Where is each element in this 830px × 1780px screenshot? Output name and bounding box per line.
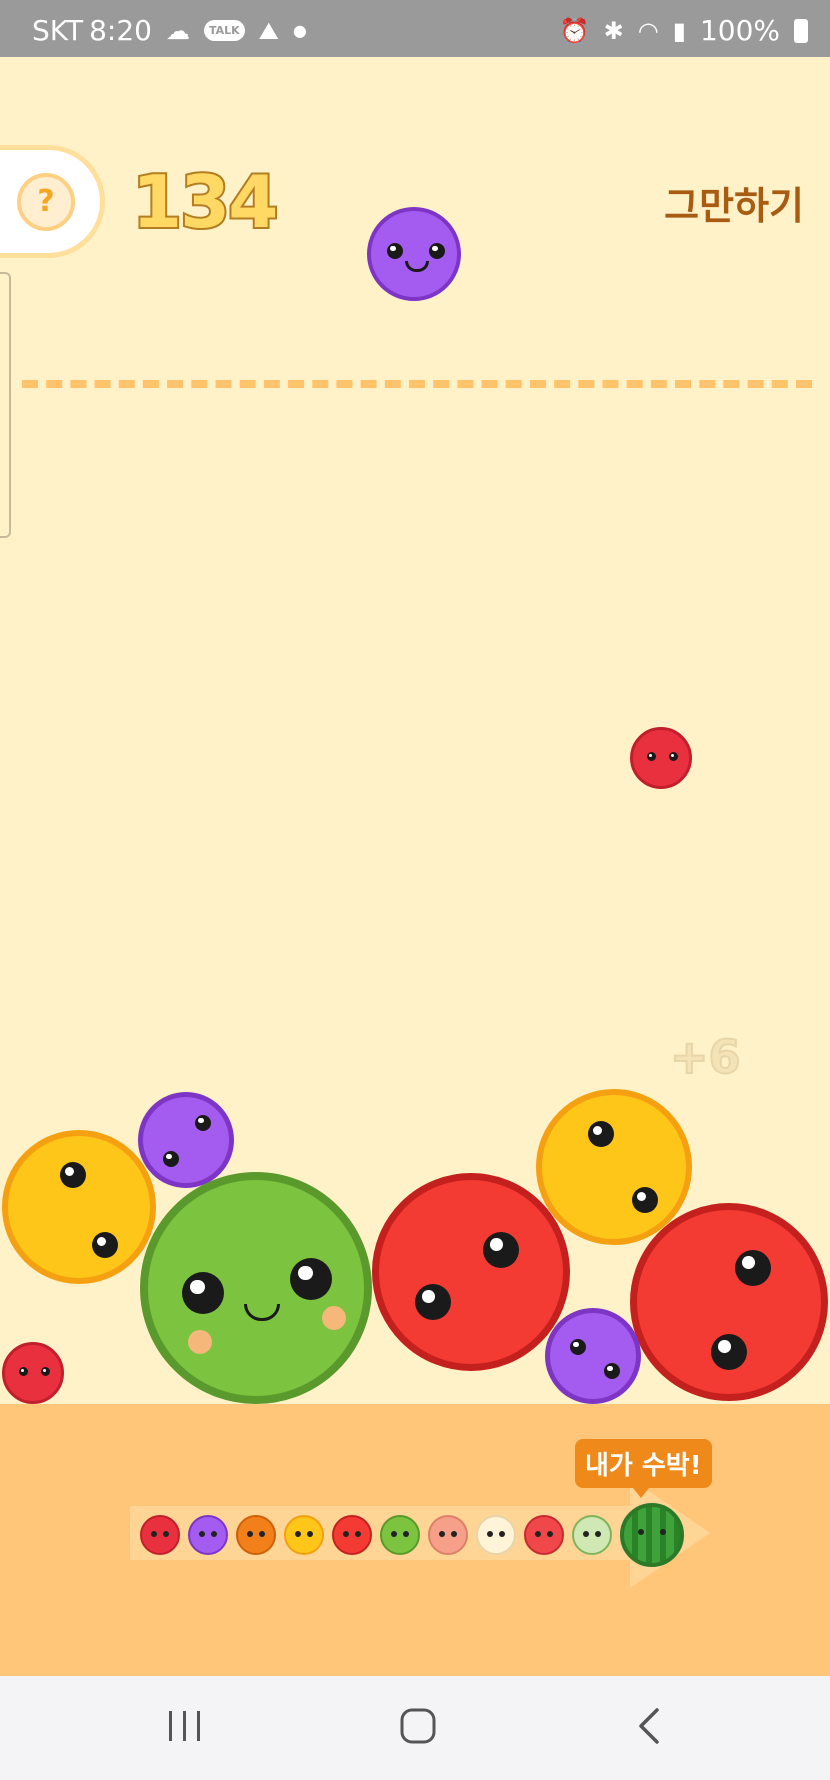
cloud-icon: ☁ <box>165 16 190 45</box>
recent-apps-icon[interactable] <box>155 1696 215 1756</box>
clock: 8:20 <box>89 14 152 47</box>
fruit-cherry <box>2 1342 64 1404</box>
chain-apple <box>332 1515 372 1555</box>
dot-icon: ● <box>292 21 307 40</box>
battery-icon <box>794 18 808 43</box>
back-icon[interactable] <box>620 1696 680 1756</box>
help-button[interactable]: ? <box>17 173 75 231</box>
wifi-icon: ◠ <box>637 16 659 45</box>
danger-line <box>22 380 812 388</box>
chain-peach <box>428 1515 468 1555</box>
score: 134 <box>130 158 280 246</box>
app-icon: ⛰ <box>258 16 279 45</box>
system-nav-bar <box>0 1676 830 1780</box>
evolution-chain <box>140 1503 684 1567</box>
talk-icon: TALK <box>203 20 245 41</box>
battery-percent: 100% <box>699 14 780 47</box>
fruit-grape <box>545 1308 641 1404</box>
fruit-grape <box>138 1092 234 1188</box>
chain-cherry <box>140 1515 180 1555</box>
status-bar: SKT 8:20 ☁ TALK ⛰ ● ⏰ ✱ ◠ ▮ 100% <box>0 0 830 57</box>
carrier-label: SKT <box>32 14 84 47</box>
watermelon-tooltip: 내가 수박! <box>575 1439 712 1498</box>
quit-button[interactable]: 그만하기 <box>664 175 804 230</box>
chain-tomato <box>524 1515 564 1555</box>
fruit-apple <box>630 1203 828 1401</box>
fruit-lemon <box>536 1089 692 1245</box>
fruit-cherry <box>630 727 692 789</box>
fruit-apple <box>372 1173 570 1371</box>
combo-text: +6 <box>669 1029 742 1085</box>
side-drawer-handle[interactable] <box>0 272 11 538</box>
fruit-kiwi <box>140 1172 372 1404</box>
fruit-lemon <box>2 1130 156 1284</box>
chain-watermelon <box>620 1503 684 1567</box>
home-icon[interactable] <box>388 1696 448 1756</box>
next-fruit-grape[interactable] <box>367 207 461 301</box>
chain-melon <box>572 1515 612 1555</box>
chain-lemon <box>284 1515 324 1555</box>
bluetooth-icon: ✱ <box>603 16 624 45</box>
chain-grape <box>188 1515 228 1555</box>
alarm-icon: ⏰ <box>559 16 590 45</box>
chain-kiwi <box>380 1515 420 1555</box>
chain-orange <box>236 1515 276 1555</box>
signal-icon: ▮ <box>672 16 686 45</box>
chain-pear <box>476 1515 516 1555</box>
